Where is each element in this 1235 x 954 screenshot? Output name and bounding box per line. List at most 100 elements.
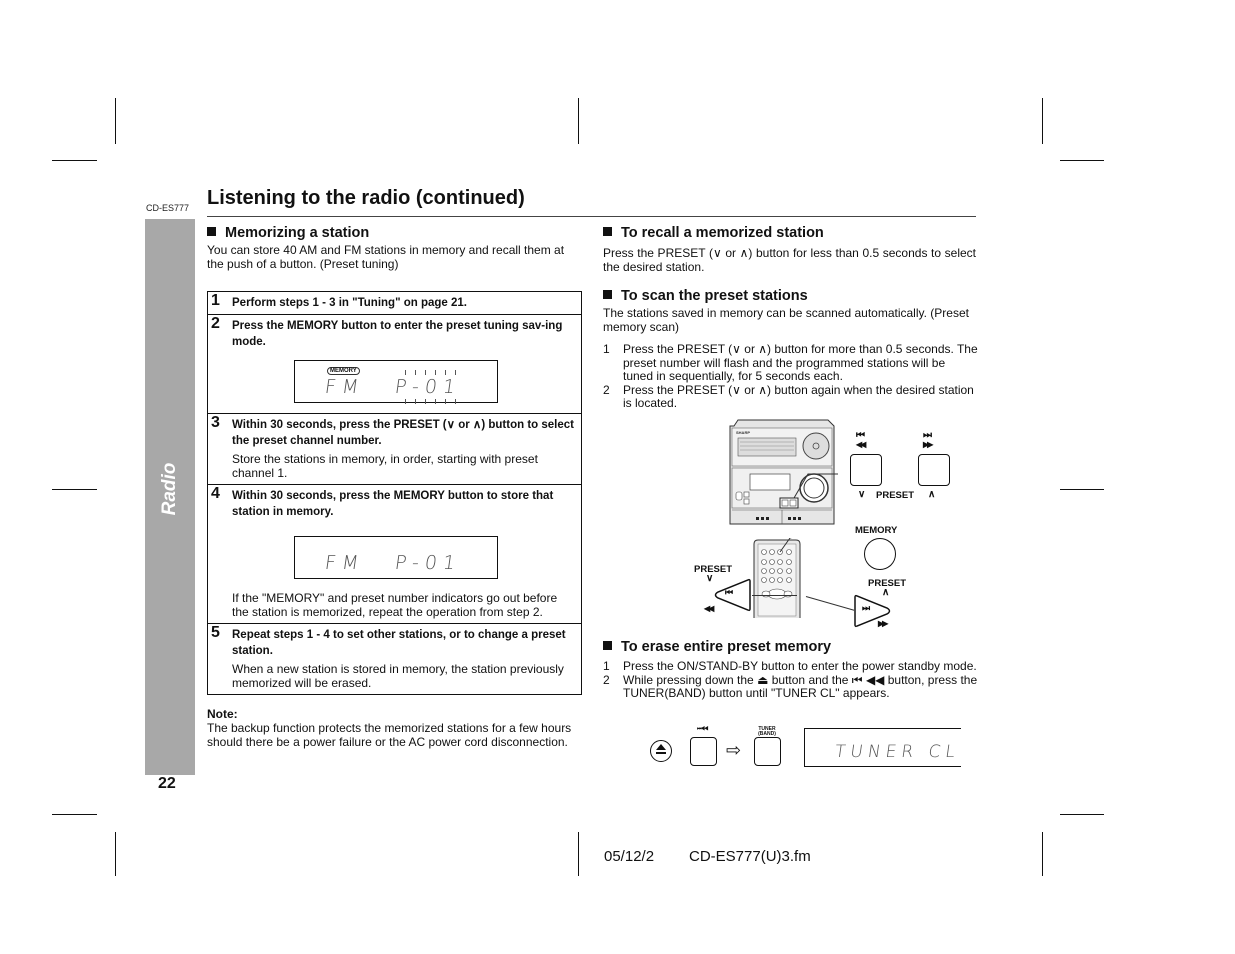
tuner-cl-lcd: TUNER CL bbox=[804, 728, 961, 767]
memory-button[interactable] bbox=[864, 538, 896, 570]
rewind-icon: ◀◀ bbox=[704, 604, 714, 613]
lcd-band: FM bbox=[323, 552, 366, 574]
erase-heading: To erase entire preset memory bbox=[603, 639, 831, 655]
footer-date: 05/12/2 bbox=[604, 848, 655, 865]
step-number: 4 bbox=[211, 485, 220, 502]
crop-mark bbox=[52, 160, 97, 161]
page-number: 22 bbox=[158, 775, 176, 792]
memory-label: MEMORY bbox=[855, 525, 898, 536]
steps-table: 1 Perform steps 1 - 3 in "Tuning" on pag… bbox=[207, 291, 582, 695]
flash-mark bbox=[435, 370, 436, 375]
recall-heading: To recall a memorized station bbox=[603, 225, 824, 241]
crop-mark bbox=[1042, 98, 1043, 144]
model-label: CD-ES777 bbox=[146, 203, 190, 213]
list-number: 2 bbox=[603, 382, 610, 397]
preset-down-glyph: ∨ bbox=[858, 489, 866, 500]
lcd-preset: P-01 bbox=[393, 376, 463, 398]
crop-mark bbox=[1042, 832, 1043, 876]
scan-intro: The stations saved in memory can be scan… bbox=[603, 306, 969, 334]
step-detail: Store the stations in memory, in order, … bbox=[232, 452, 538, 480]
flash-mark bbox=[425, 370, 426, 375]
list-text: Press the ON/STAND-BY button to enter th… bbox=[623, 659, 977, 673]
scan-heading-text: To scan the preset stations bbox=[621, 288, 808, 304]
bullet-square-icon bbox=[603, 641, 612, 650]
preset-up-remote-button[interactable] bbox=[852, 594, 894, 628]
lcd-text: TUNER CL bbox=[833, 742, 961, 762]
step-2: 2 Press the MEMORY button to enter the p… bbox=[208, 314, 581, 413]
memory-indicator: MEMORY bbox=[327, 367, 360, 375]
note-text: The backup function protects the memoriz… bbox=[207, 721, 572, 749]
preset-up-button[interactable] bbox=[918, 454, 950, 486]
remote-control-illustration bbox=[753, 538, 801, 618]
skip-back-rewind-icon: ⏮◀◀ bbox=[697, 726, 708, 732]
step-instruction: Within 30 seconds, press the PRESET (∨ o… bbox=[232, 419, 574, 447]
step-instruction: Press the MEMORY button to enter the pre… bbox=[232, 320, 563, 348]
step-number: 3 bbox=[211, 414, 220, 431]
flash-mark bbox=[445, 399, 446, 404]
section-side-tab: Radio bbox=[145, 219, 195, 775]
flash-mark bbox=[405, 370, 406, 375]
list-number: 2 bbox=[603, 672, 610, 687]
memorizing-heading: Memorizing a station bbox=[207, 225, 369, 241]
list-text: Press the PRESET (∨ or ∧) button again w… bbox=[623, 382, 974, 410]
list-item: 1 Press the ON/STAND-BY button to enter t… bbox=[603, 659, 978, 674]
step-detail: When a new station is stored in memory, … bbox=[232, 662, 564, 690]
skip-back-icon: ⏮ bbox=[725, 587, 733, 597]
step-5: 5 Repeat steps 1 - 4 to set other statio… bbox=[208, 623, 581, 694]
tuner-band-button[interactable] bbox=[754, 737, 781, 766]
crop-mark bbox=[1060, 160, 1104, 161]
brand-label: SHARP bbox=[736, 430, 750, 435]
scan-list: 1 Press the PRESET (∨ or ∧) button for mo… bbox=[603, 342, 978, 411]
step-number: 5 bbox=[211, 624, 220, 641]
footer-filename: CD-ES777(U)3.fm bbox=[689, 848, 811, 865]
flash-mark bbox=[435, 399, 436, 404]
step-1: 1 Perform steps 1 - 3 in "Tuning" on pag… bbox=[208, 292, 581, 314]
callout-line bbox=[752, 595, 797, 596]
lcd-preset: P-01 bbox=[393, 552, 463, 574]
list-item: 2 Press the PRESET (∨ or ∧) button again … bbox=[603, 382, 978, 411]
bullet-square-icon bbox=[603, 227, 612, 236]
skip-forward-icon: ⏭ bbox=[862, 603, 870, 613]
flash-mark bbox=[455, 370, 456, 375]
crop-mark bbox=[115, 832, 116, 876]
recall-heading-text: To recall a memorized station bbox=[621, 225, 824, 241]
list-number: 1 bbox=[603, 659, 610, 673]
crop-mark bbox=[578, 98, 579, 144]
then-arrow-icon: ⇨ bbox=[726, 740, 742, 760]
memorizing-intro: You can store 40 AM and FM stations in m… bbox=[207, 243, 565, 271]
lcd-display-stored: FM P-01 bbox=[294, 536, 498, 579]
preset-label: PRESET bbox=[876, 490, 915, 501]
flash-mark bbox=[455, 399, 456, 404]
step-number: 1 bbox=[211, 292, 220, 309]
preset-buttons-illustration: SHARP ⏮ ◀◀ ⏭ ▶▶ ∨ PRESET ∧ MEMORY PRESET… bbox=[690, 418, 970, 633]
crop-mark bbox=[52, 489, 97, 490]
bullet-square-icon bbox=[603, 290, 612, 299]
step-instruction: Within 30 seconds, press the MEMORY butt… bbox=[232, 490, 554, 518]
list-text: While pressing down the ⏏ button and the… bbox=[623, 672, 978, 700]
flash-mark bbox=[415, 370, 416, 375]
skip-back-button[interactable] bbox=[690, 737, 717, 766]
recall-text: Press the PRESET (∨ or ∧) button for les… bbox=[603, 246, 976, 274]
crop-mark bbox=[52, 814, 97, 815]
flash-mark bbox=[415, 399, 416, 404]
memorizing-heading-text: Memorizing a station bbox=[225, 225, 370, 241]
preset-down-button[interactable] bbox=[850, 454, 882, 486]
lcd-display-memory-flashing: MEMORY FM P-01 bbox=[294, 360, 498, 404]
preset-up-glyph: ∧ bbox=[928, 489, 936, 500]
side-tab-label: Radio bbox=[159, 462, 180, 516]
step-detail: If the "MEMORY" and preset number indica… bbox=[232, 591, 558, 619]
erase-heading-text: To erase entire preset memory bbox=[621, 639, 832, 655]
step-instruction: Repeat steps 1 - 4 to set other stations… bbox=[232, 629, 566, 657]
list-number: 1 bbox=[603, 342, 610, 356]
flash-mark bbox=[405, 399, 406, 404]
title-divider bbox=[207, 216, 976, 217]
crop-mark bbox=[1060, 489, 1104, 490]
list-item: 2 While pressing down the ⏏ button and th… bbox=[603, 672, 978, 701]
flash-mark bbox=[445, 370, 446, 375]
list-item: 1 Press the PRESET (∨ or ∧) button for mo… bbox=[603, 342, 978, 384]
page-title: Listening to the radio (continued) bbox=[207, 187, 525, 209]
crop-mark bbox=[115, 98, 116, 144]
stereo-unit-illustration: SHARP bbox=[729, 419, 838, 525]
step-instruction: Perform steps 1 - 3 in "Tuning" on page … bbox=[232, 297, 467, 309]
erase-list: 1 Press the ON/STAND-BY button to enter t… bbox=[603, 659, 978, 701]
